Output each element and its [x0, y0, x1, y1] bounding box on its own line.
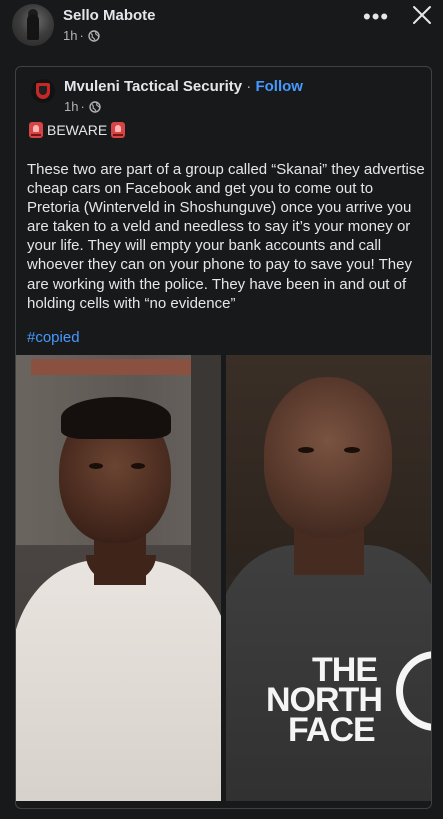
photo-right[interactable]: THE NORTH FACE	[226, 355, 431, 801]
logo-line-3: FACE	[288, 711, 376, 749]
post-time[interactable]: 1h	[63, 28, 77, 43]
beware-heading: BEWARE	[29, 122, 126, 138]
siren-icon	[29, 122, 43, 138]
man-left-shirt	[16, 560, 221, 801]
man-left-eye	[89, 463, 103, 469]
beware-label: BEWARE	[47, 122, 108, 138]
photo-left[interactable]	[16, 355, 221, 801]
shared-page-line: Mvuleni Tactical Security · Follow	[64, 78, 303, 95]
post-header: Sello Mabote 1h · •••	[0, 0, 443, 56]
post-meta: 1h ·	[63, 28, 100, 43]
siren-icon	[111, 122, 126, 138]
follow-button[interactable]: Follow	[255, 78, 303, 95]
page-separator: ·	[246, 78, 252, 95]
post-body-text: These two are part of a group called “Sk…	[27, 161, 425, 312]
author-avatar[interactable]	[12, 4, 54, 46]
man-left-hair	[61, 397, 171, 439]
author-name[interactable]: Sello Mabote	[63, 7, 156, 24]
man-right-face	[264, 377, 392, 537]
man-right-eye	[298, 447, 314, 453]
shared-post-meta: 1h ·	[64, 99, 101, 114]
meta-separator: ·	[79, 28, 84, 43]
shared-post-card[interactable]: Mvuleni Tactical Security · Follow 1h · …	[15, 66, 432, 809]
globe-icon	[88, 29, 100, 42]
shared-post-time[interactable]: 1h	[64, 99, 78, 114]
shared-page-name[interactable]: Mvuleni Tactical Security	[64, 78, 242, 95]
more-options-button[interactable]: •••	[363, 4, 389, 30]
avatar-figure-body	[27, 14, 39, 40]
close-icon[interactable]	[409, 2, 435, 28]
photo-left-frame	[31, 359, 201, 375]
globe-icon	[89, 100, 101, 113]
man-right-eye	[344, 447, 360, 453]
shield-inner	[39, 86, 47, 95]
hashtag-link[interactable]: #copied	[27, 329, 80, 346]
shared-meta-separator: ·	[80, 99, 85, 114]
man-left-eye	[131, 463, 145, 469]
security-page-logo[interactable]	[31, 79, 55, 103]
post-photos[interactable]: THE NORTH FACE	[16, 355, 431, 801]
